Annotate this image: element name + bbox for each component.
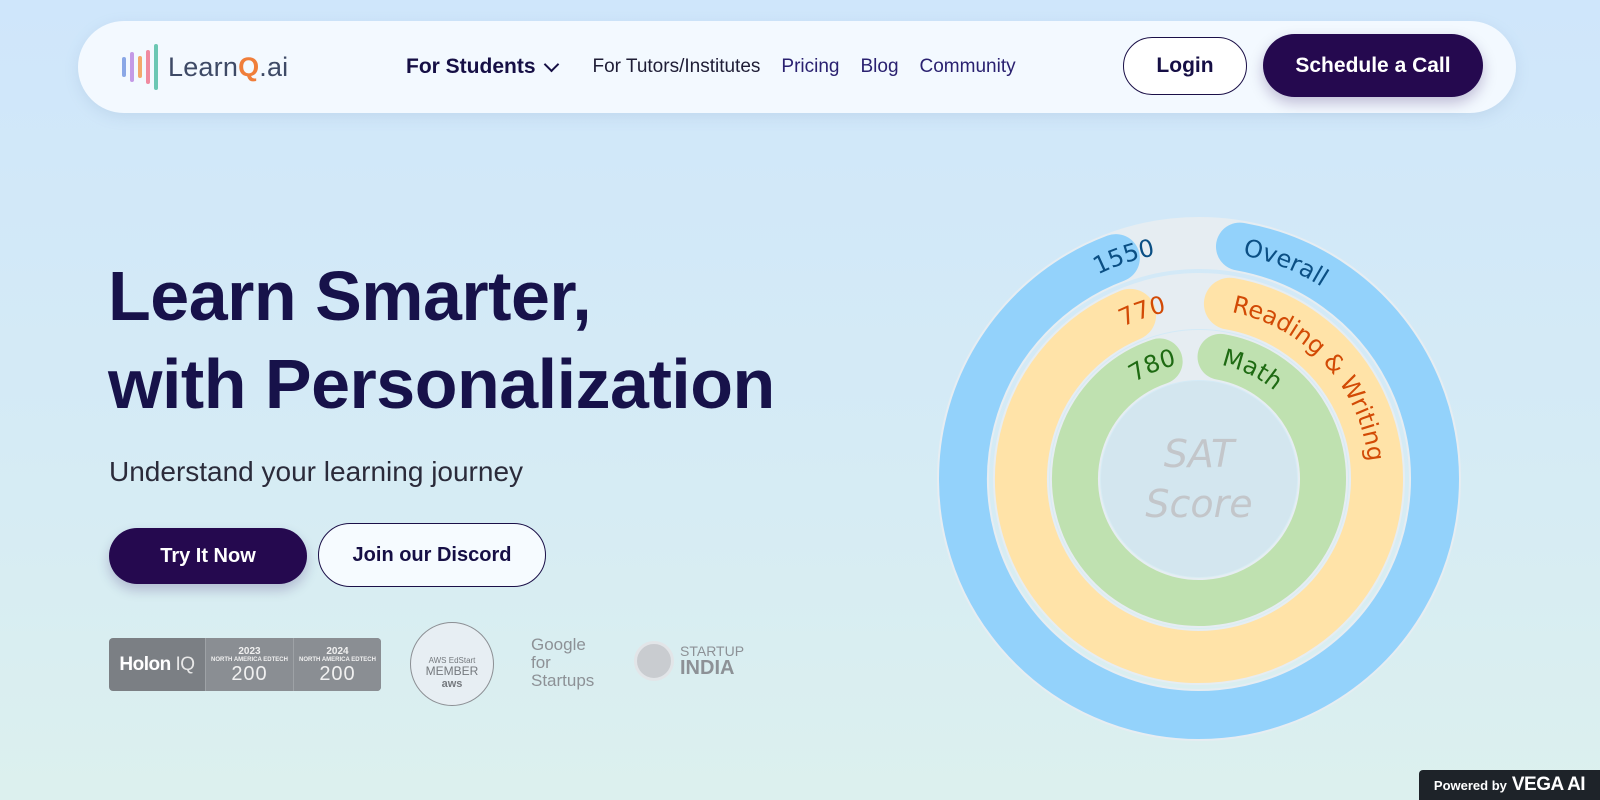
chart-center-line2: Score	[1145, 482, 1252, 526]
hero-subtitle: Understand your learning journey	[109, 456, 524, 487]
nav-community[interactable]: Community	[920, 56, 1016, 78]
chart-center	[1101, 381, 1297, 577]
nav-for-students[interactable]: For Students	[406, 55, 559, 79]
learnq-logo[interactable]: LearnQ.ai	[122, 43, 288, 91]
startup-india-badge: STARTUP INDIA	[634, 641, 744, 681]
holoniq-badge: Holon IQ 2023 NORTH AMERICA EDTECH 200 2…	[109, 638, 381, 691]
logo-text: LearnQ.ai	[168, 51, 289, 82]
login-button[interactable]: Login	[1123, 37, 1247, 95]
sat-score-chart: Overall1550Reading & Writing770Math780SA…	[937, 217, 1461, 741]
hero-title-line2: with Personalization	[108, 345, 775, 423]
hero-title-line1: Learn Smarter,	[108, 257, 592, 335]
holoniq-brand: Holon IQ	[119, 653, 195, 675]
chart-center-line1: SAT	[1164, 432, 1237, 476]
aws-edstart-badge: AWS EdStart MEMBER aws	[410, 622, 494, 706]
nav-links: For Students For Tutors/Institutes Prici…	[406, 21, 1037, 113]
holoniq-2023-cell: 2023 NORTH AMERICA EDTECH 200	[205, 638, 293, 691]
schedule-call-button[interactable]: Schedule a Call	[1263, 34, 1483, 97]
hero-title: Learn Smarter, with Personalization	[108, 252, 828, 428]
holoniq-2024-cell: 2024 NORTH AMERICA EDTECH 200	[293, 638, 381, 691]
nav-for-tutors[interactable]: For Tutors/Institutes	[593, 56, 761, 78]
top-navbar: LearnQ.ai For Students For Tutors/Instit…	[78, 21, 1516, 113]
powered-by-vega-badge[interactable]: Powered by VEGA AI	[1419, 770, 1600, 800]
logo-bars-icon	[122, 43, 158, 91]
nav-blog[interactable]: Blog	[860, 56, 898, 78]
chevron-down-icon	[543, 56, 559, 72]
nav-for-students-label: For Students	[406, 55, 536, 78]
nav-pricing[interactable]: Pricing	[781, 56, 839, 78]
google-for-startups-badge: Google for Startups	[531, 635, 595, 690]
ashoka-emblem-icon	[634, 641, 674, 681]
try-it-now-button[interactable]: Try It Now	[109, 528, 307, 584]
join-discord-button[interactable]: Join our Discord	[318, 523, 546, 587]
